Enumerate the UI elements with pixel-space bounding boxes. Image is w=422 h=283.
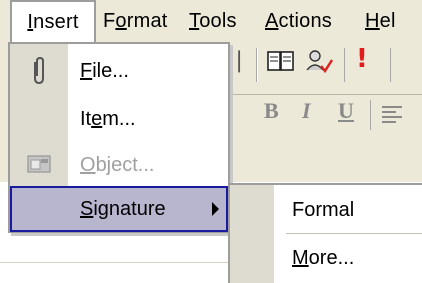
menu-item-signature-label: Signature	[80, 198, 166, 220]
underline-icon[interactable]: U	[338, 98, 354, 124]
insert-menu: File... Item... Object... Signature	[8, 42, 230, 233]
submenu-item-formal-label: Formal	[292, 199, 355, 221]
submenu-arrow-icon	[212, 202, 219, 216]
submenu-item-formal[interactable]: Formal	[292, 187, 354, 233]
address-book-icon[interactable]	[266, 48, 296, 76]
menu-help[interactable]: Hel	[358, 0, 403, 42]
menu-item-signature[interactable]: Signature	[10, 186, 228, 232]
menu-format[interactable]: Format	[96, 0, 175, 42]
submenu-item-more[interactable]: More...	[292, 235, 354, 281]
menu-actions-access-key: A	[265, 10, 279, 32]
toolbar-separator	[344, 48, 345, 82]
paperclip-icon	[22, 48, 56, 103]
toolbar-separator	[390, 48, 391, 82]
submenu-separator	[286, 233, 422, 234]
submenu-item-more-access-key: M	[292, 247, 309, 269]
menu-item-object-label: Object...	[80, 154, 155, 176]
menu-help-label: el	[379, 10, 396, 32]
menu-item-object: Object...	[10, 142, 228, 188]
menu-item-file-label: File...	[80, 60, 129, 82]
menu-bar: Insert Format Tools Actions Hel	[0, 0, 422, 42]
menu-item-item-label: Item...	[80, 108, 136, 130]
submenu-icon-gutter	[230, 185, 274, 283]
check-names-icon[interactable]	[304, 48, 334, 76]
toolbar-handle-icon: ❘	[230, 48, 249, 73]
menu-actions[interactable]: Actions	[258, 0, 339, 42]
window-divider	[0, 262, 230, 263]
menu-item-file[interactable]: File...	[10, 48, 228, 94]
importance-high-icon[interactable]: !	[356, 44, 368, 74]
align-icon[interactable]	[380, 104, 404, 126]
bold-icon[interactable]: B	[264, 98, 279, 124]
menu-format-label-pre: F	[103, 10, 116, 32]
menu-item-item[interactable]: Item...	[10, 96, 228, 142]
signature-submenu: Formal More...	[228, 183, 422, 283]
menu-tools-label: ools	[199, 10, 237, 32]
menu-format-label: rmat	[126, 10, 168, 32]
menu-actions-label: ctions	[278, 10, 332, 32]
menu-insert[interactable]: Insert	[10, 0, 96, 42]
submenu-item-more-label: ore...	[308, 247, 355, 269]
menu-tools-access-key: T	[189, 10, 200, 32]
menu-help-access-key: H	[365, 10, 380, 32]
toolbar-separator	[370, 100, 371, 130]
menu-tools[interactable]: Tools	[182, 0, 244, 42]
toolbar-separator-highlight	[257, 48, 258, 82]
menu-insert-label: nsert	[33, 11, 79, 33]
toolbar-divider	[230, 94, 422, 95]
italic-icon[interactable]: I	[302, 98, 311, 124]
menu-format-access-key: o	[115, 10, 127, 32]
